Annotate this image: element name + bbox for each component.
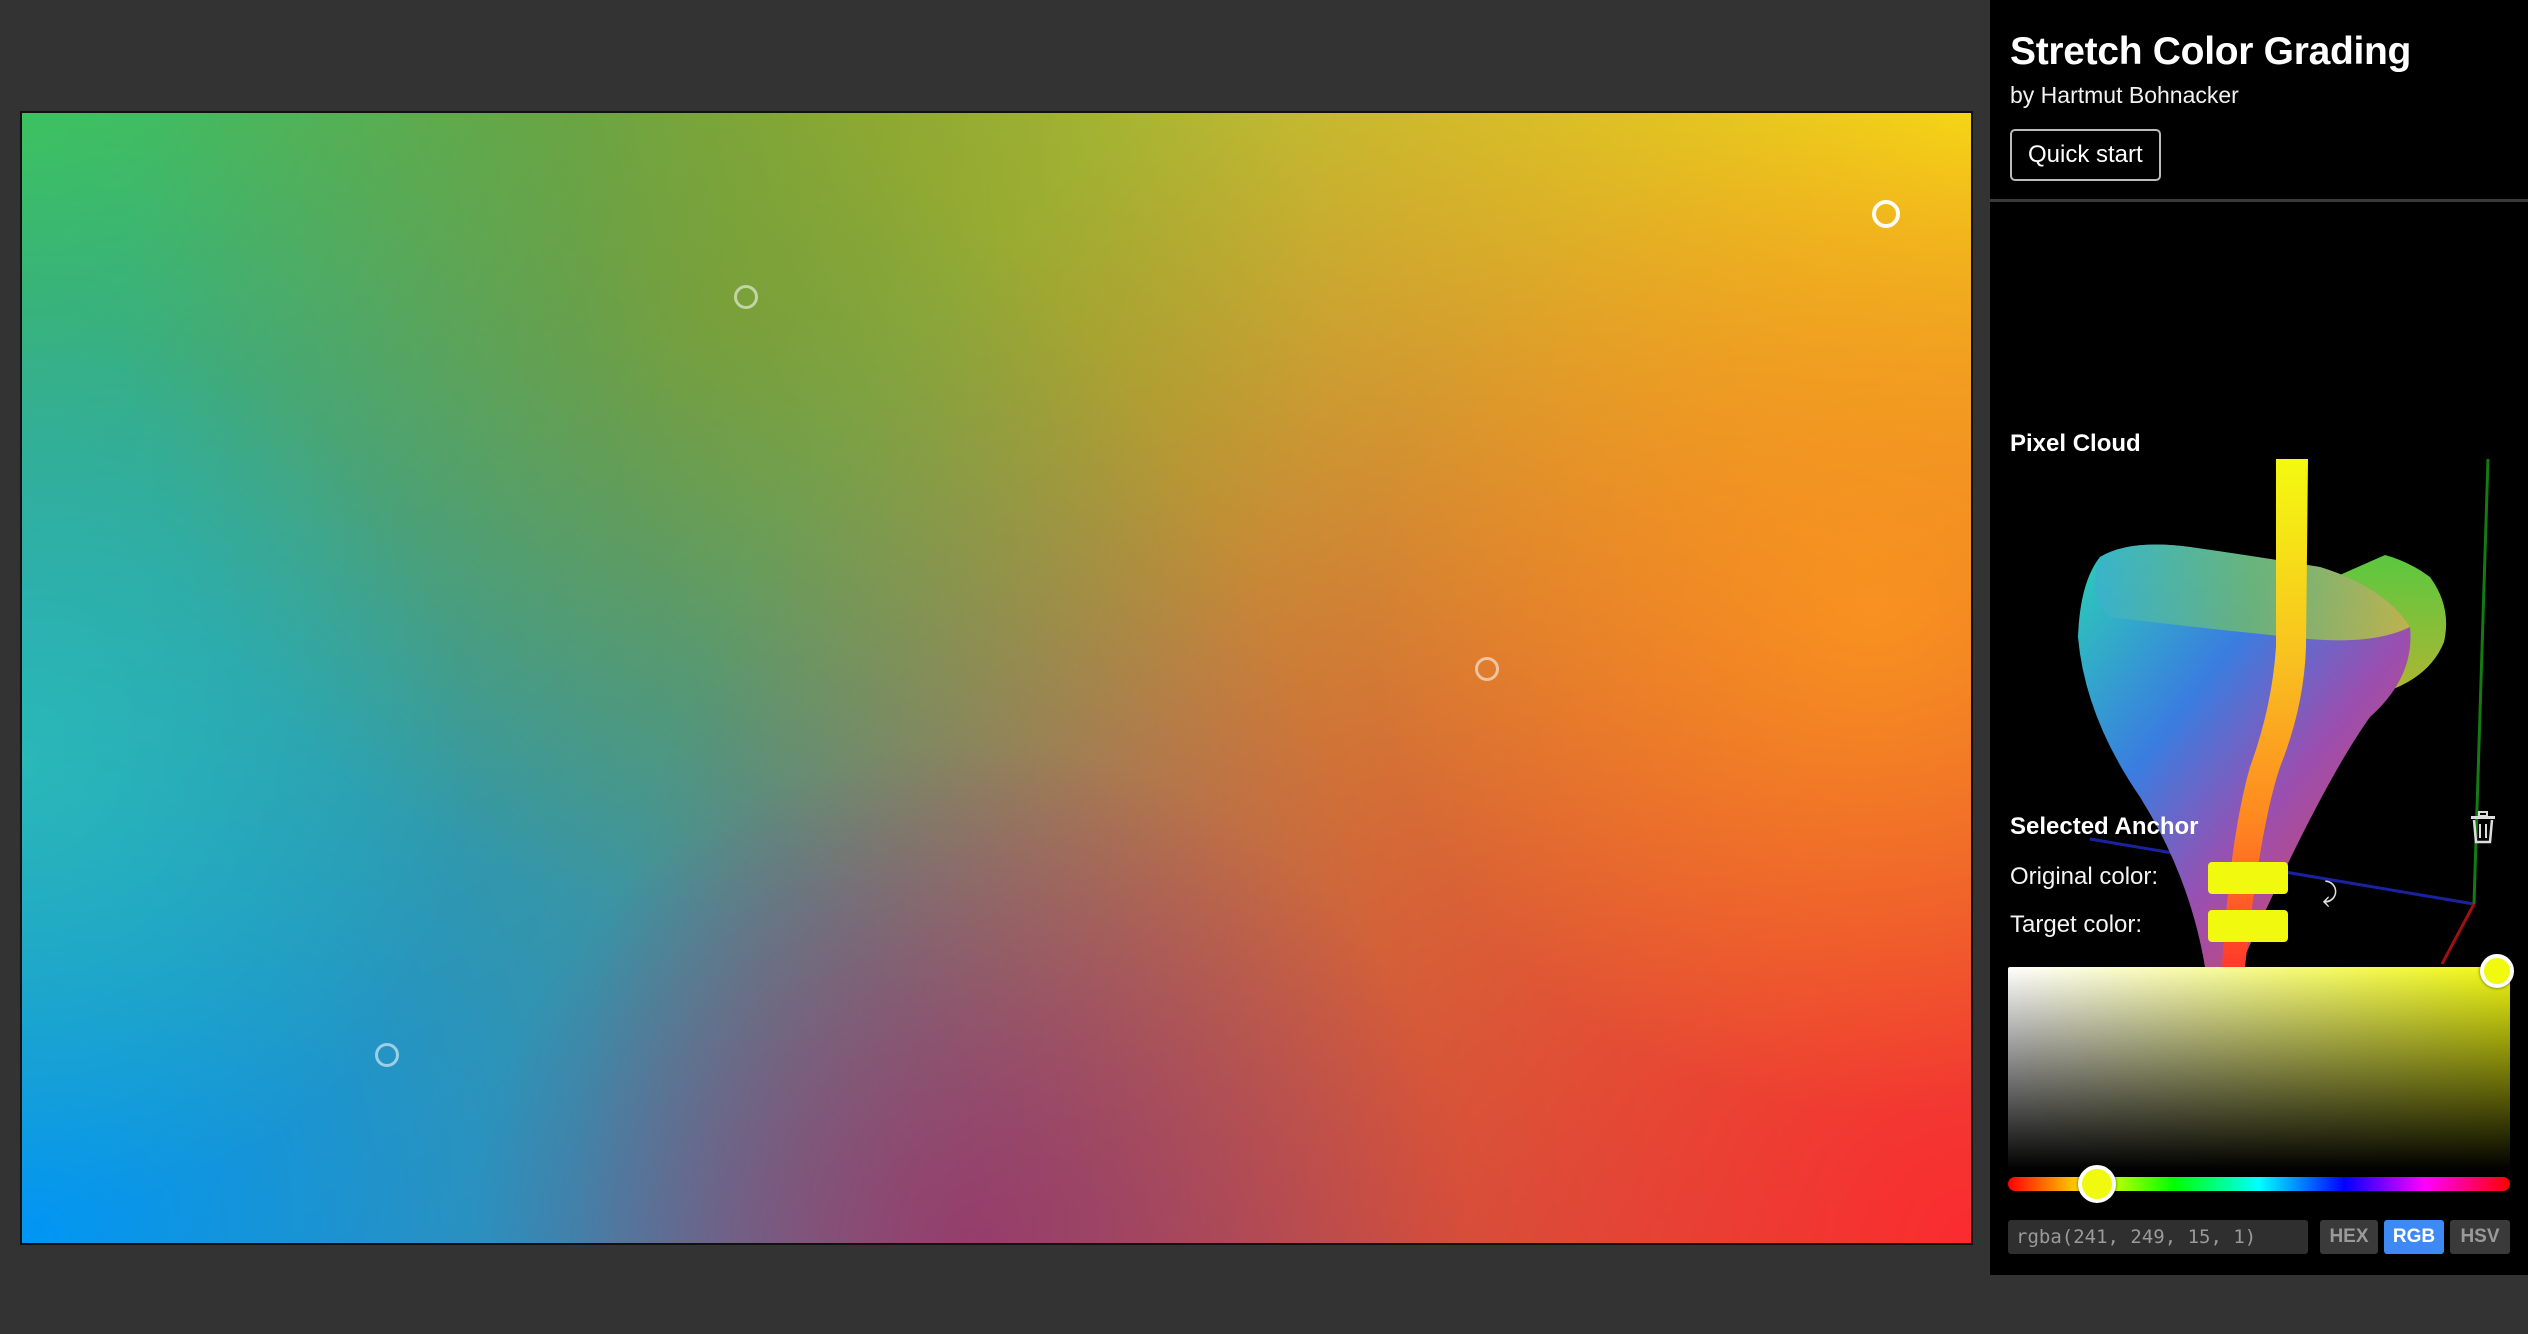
side-panel: Stretch Color Grading by Hartmut Bohnack… — [1990, 0, 2528, 1275]
saturation-value-handle[interactable] — [2480, 954, 2514, 988]
swap-arrow-icon[interactable]: ⤸ — [2322, 877, 2338, 909]
app-title: Stretch Color Grading — [2010, 30, 2412, 73]
target-color-label: Target color: — [2010, 911, 2143, 938]
quick-start-button[interactable]: Quick start — [2010, 129, 2161, 181]
original-color-swatch[interactable] — [2208, 862, 2288, 894]
hue-slider-handle[interactable] — [2078, 1165, 2116, 1203]
image-canvas[interactable] — [20, 111, 1973, 1245]
anchor-orange[interactable] — [1475, 657, 1499, 681]
hex-mode-button[interactable]: HEX — [2320, 1220, 2378, 1254]
pixel-cloud-section: Pixel Cloud — [1990, 202, 2528, 967]
hue-slider[interactable] — [2008, 1165, 2510, 1203]
color-value-input[interactable] — [2008, 1220, 2308, 1254]
saturation-value-picker[interactable] — [2008, 954, 2514, 1170]
anchor-blue[interactable] — [375, 1043, 399, 1067]
selected-anchor-title: Selected Anchor — [2010, 813, 2199, 840]
anchor-yellow[interactable] — [1872, 200, 1900, 228]
rgb-mode-button[interactable]: RGB — [2384, 1220, 2444, 1254]
hsv-mode-button[interactable]: HSV — [2450, 1220, 2510, 1254]
target-color-swatch[interactable] — [2208, 910, 2288, 942]
trash-icon[interactable] — [2468, 810, 2498, 844]
selected-anchor-section: Selected Anchor Original color: ⤸ Target… — [1990, 780, 2528, 1275]
anchor-green[interactable] — [734, 285, 758, 309]
app-author: by Hartmut Bohnacker — [2010, 82, 2239, 108]
original-color-label: Original color: — [2010, 863, 2159, 890]
gradient-image — [22, 113, 1971, 1243]
app-header: Stretch Color Grading by Hartmut Bohnack… — [1990, 0, 2528, 202]
